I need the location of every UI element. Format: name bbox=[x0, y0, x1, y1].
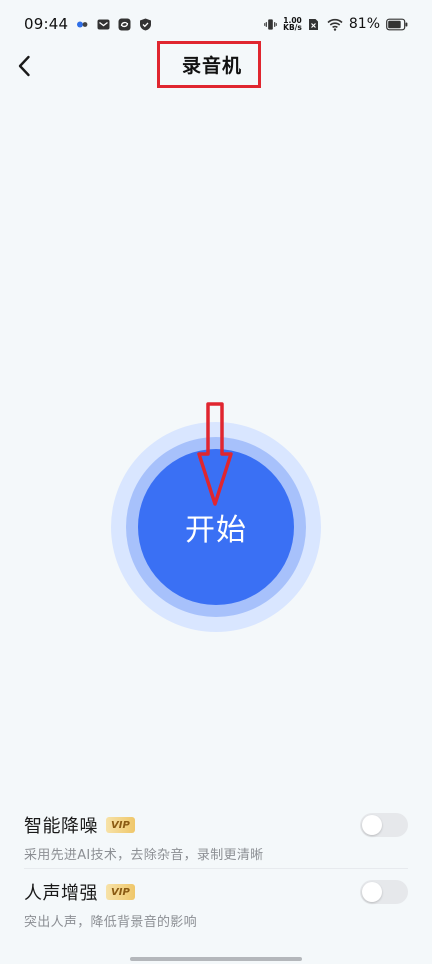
vip-badge: VIP bbox=[106, 817, 135, 833]
app-header: 录音机 bbox=[0, 41, 432, 92]
settings-divider bbox=[24, 868, 408, 869]
noise-reduction-toggle[interactable] bbox=[360, 813, 408, 837]
start-record-label: 开始 bbox=[185, 513, 247, 548]
setting-row: 人声增强 VIP bbox=[24, 879, 408, 905]
title-highlight-box: 录音机 bbox=[157, 41, 261, 88]
recorder-screen: 09:44 1.00 KB/s 81% 录音机 开始 智能降噪 VIP 采用先进… bbox=[0, 0, 432, 964]
status-right: 1.00 KB/s 81% bbox=[264, 16, 408, 32]
status-time: 09:44 bbox=[24, 15, 69, 33]
back-button[interactable] bbox=[6, 50, 42, 86]
setting-description: 突出人声，降低背景音的影响 bbox=[24, 915, 197, 930]
network-speed: 1.00 KB/s bbox=[283, 17, 302, 32]
shield-check-icon bbox=[139, 18, 152, 31]
setting-name: 人声增强 bbox=[24, 883, 98, 904]
voice-enhance-toggle[interactable] bbox=[360, 880, 408, 904]
network-speed-unit: KB/s bbox=[283, 23, 302, 32]
chevron-left-icon bbox=[17, 55, 31, 81]
setting-row: 智能降噪 VIP bbox=[24, 812, 408, 838]
setting-noise-reduction: 智能降噪 VIP 采用先进AI技术，去除杂音，录制更清晰 bbox=[24, 812, 408, 863]
battery-percent: 81% bbox=[348, 16, 380, 32]
app-notification-icon bbox=[76, 18, 89, 31]
annotation-down-arrow-icon bbox=[197, 402, 233, 506]
vibrate-icon bbox=[264, 18, 277, 31]
setting-name: 智能降噪 bbox=[24, 816, 98, 837]
no-sim-icon bbox=[308, 18, 321, 31]
setting-description: 采用先进AI技术，去除杂音，录制更清晰 bbox=[24, 848, 264, 863]
toggle-knob bbox=[362, 882, 382, 902]
status-left: 09:44 bbox=[24, 15, 152, 33]
battery-icon bbox=[386, 18, 408, 31]
mail-icon bbox=[97, 18, 110, 31]
home-indicator[interactable] bbox=[130, 957, 302, 961]
wifi-icon bbox=[327, 18, 343, 31]
setting-voice-enhance: 人声增强 VIP 突出人声，降低背景音的影响 bbox=[24, 879, 408, 930]
page-title: 录音机 bbox=[181, 55, 242, 77]
sync-icon bbox=[118, 18, 131, 31]
vip-badge: VIP bbox=[106, 884, 135, 900]
toggle-knob bbox=[362, 815, 382, 835]
